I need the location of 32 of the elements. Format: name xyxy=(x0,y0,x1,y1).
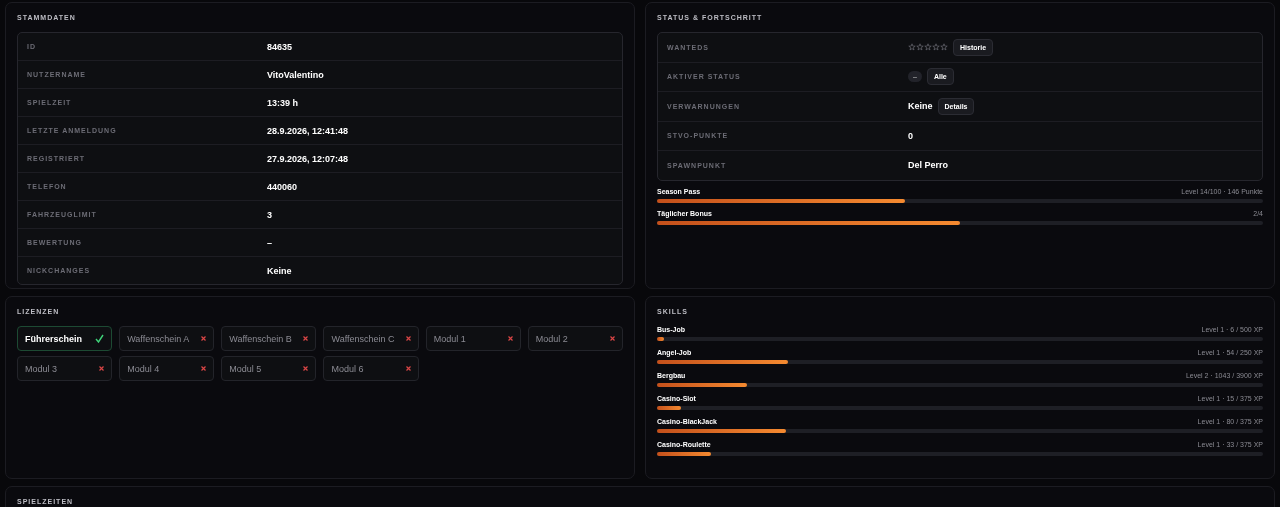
field-value: 27.9.2026, 12:07:48 xyxy=(267,153,350,164)
cross-icon xyxy=(303,366,309,371)
cross-icon xyxy=(610,336,615,341)
license-name: Modul 4 xyxy=(127,363,160,374)
cross-icon xyxy=(405,366,411,371)
license-name: Modul 3 xyxy=(25,363,58,374)
field-value: Keine xyxy=(908,101,933,112)
field-value: 3 xyxy=(267,209,273,220)
license-name: Waffenschein A xyxy=(127,333,190,344)
field-value: Keine xyxy=(267,265,293,276)
license-name: Modul 2 xyxy=(535,333,568,344)
cross-icon xyxy=(99,366,105,371)
cross-icon xyxy=(507,336,513,341)
license-name: Führerschein xyxy=(25,333,82,344)
cross-icon xyxy=(303,336,309,341)
field-value: – xyxy=(267,237,273,248)
field-value: 0 xyxy=(908,130,913,141)
field-value: VitoValentino xyxy=(267,69,325,80)
license-name: Modul 1 xyxy=(433,333,466,344)
field-value: 440060 xyxy=(267,181,299,192)
cross-icon xyxy=(405,336,411,341)
license-name: Waffenschein C xyxy=(331,333,395,344)
field-value: Del Perro xyxy=(908,160,949,171)
cross-icon xyxy=(201,366,207,371)
license-name: Modul 6 xyxy=(331,363,364,374)
field-value: 13:39 h xyxy=(267,97,300,108)
check-icon xyxy=(95,334,105,343)
license-name: Waffenschein B xyxy=(229,333,292,344)
license-name: Modul 5 xyxy=(229,363,262,374)
cross-icon xyxy=(201,336,207,341)
field-value: 28.9.2026, 12:41:48 xyxy=(267,125,350,136)
field-value: 84635 xyxy=(267,41,294,52)
